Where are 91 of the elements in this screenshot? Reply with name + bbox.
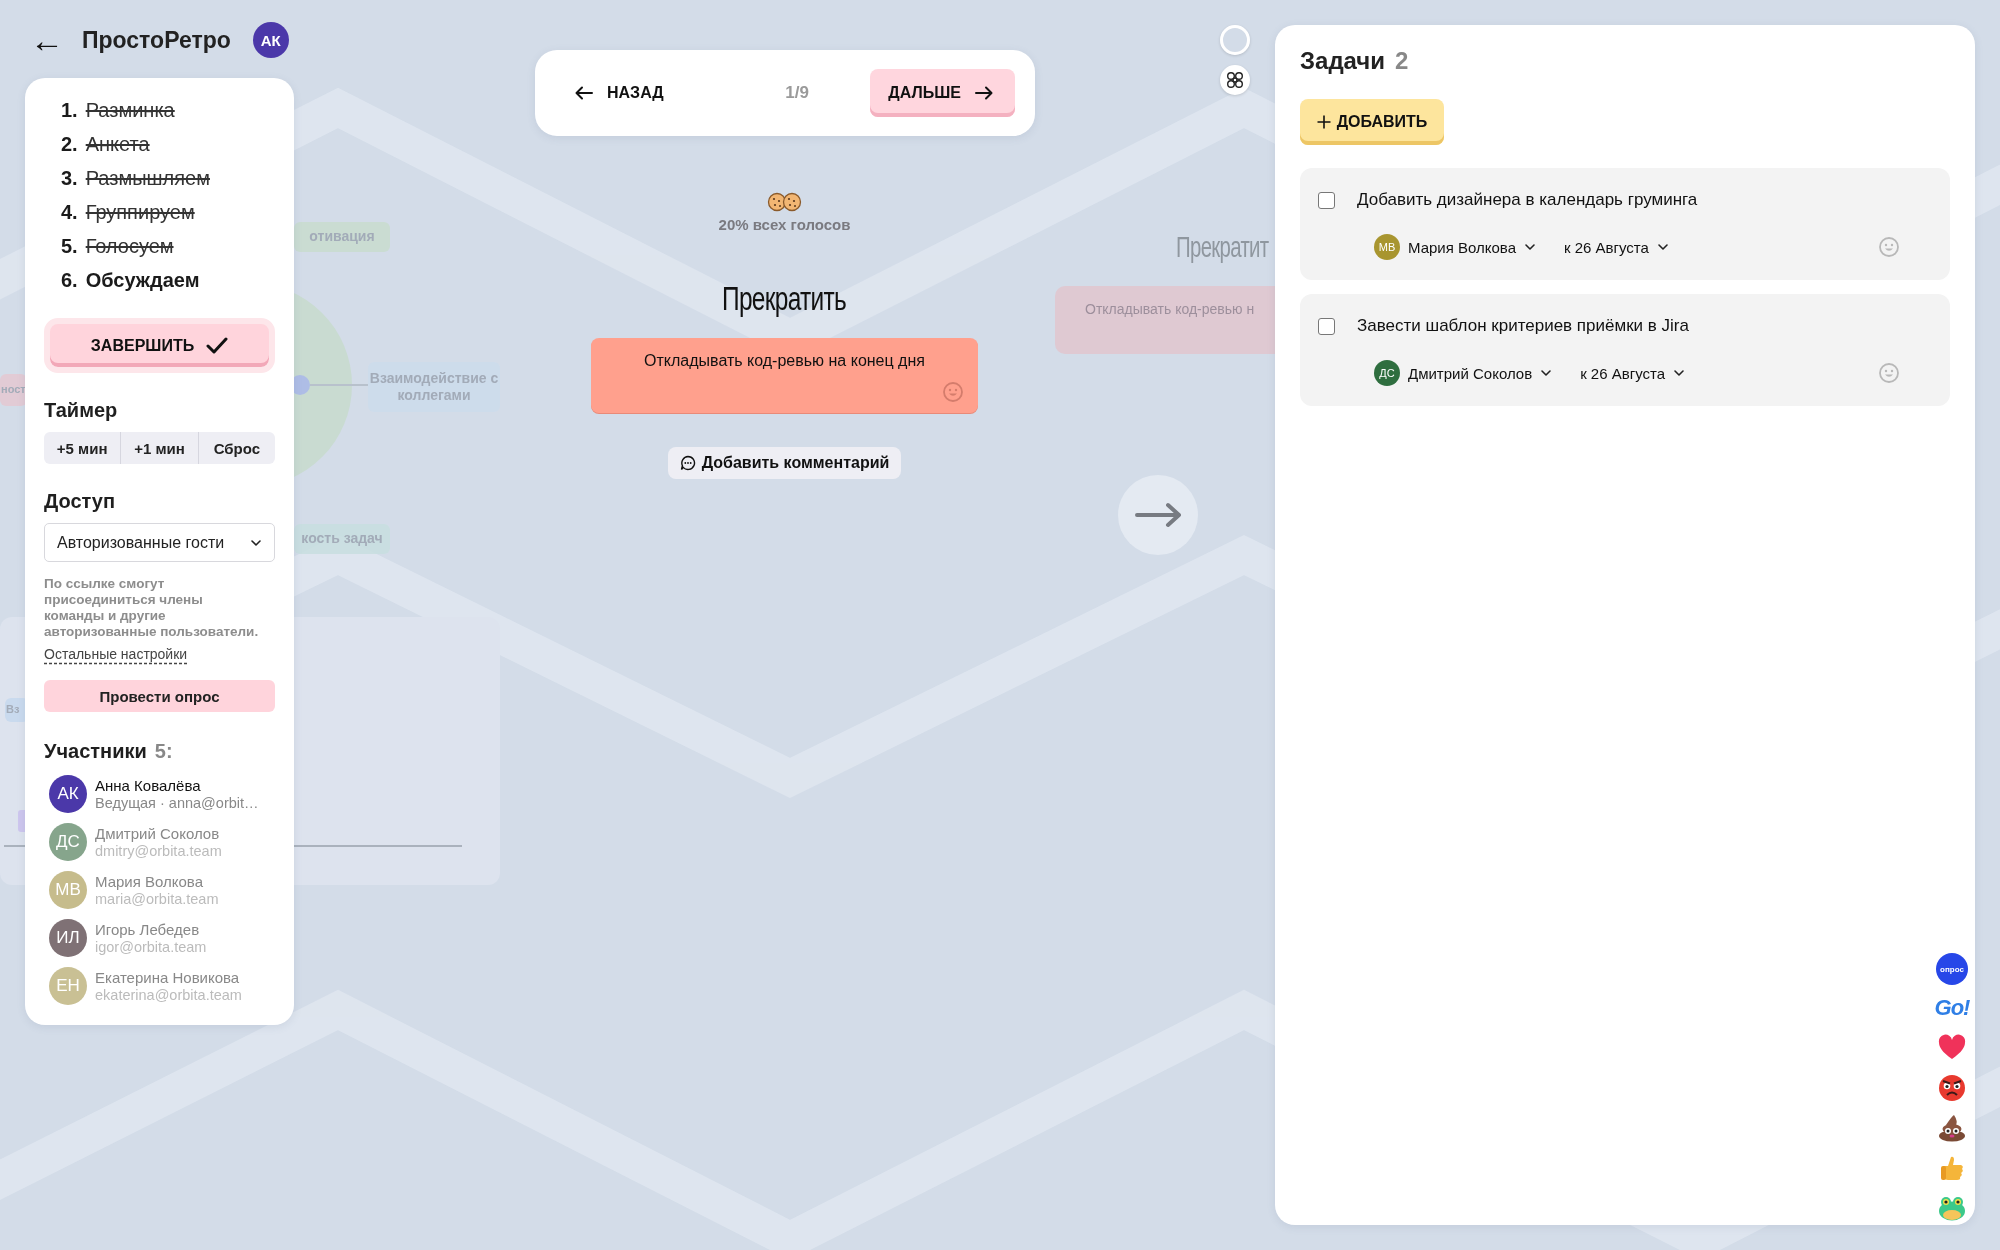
cookies-icon bbox=[767, 192, 802, 212]
panel-title: Задачи bbox=[1300, 47, 1386, 75]
stage-number: 2. bbox=[61, 132, 78, 156]
column-title: Прекратить bbox=[722, 279, 847, 318]
chevron-icon bbox=[1656, 241, 1669, 253]
task-count: 2 bbox=[1395, 47, 1409, 75]
participant-name: Екатерина Новикова bbox=[95, 969, 241, 986]
arrow-icon bbox=[1134, 502, 1182, 528]
task-checkbox[interactable] bbox=[1318, 191, 1335, 209]
participant-email: Ведущая · anna@orbit… bbox=[95, 795, 259, 811]
participant-avatar: АК bbox=[49, 775, 87, 813]
stage-number: 3. bbox=[61, 166, 78, 190]
canvas-label: ност bbox=[0, 374, 27, 406]
timer-button[interactable]: +1 мин bbox=[120, 432, 198, 464]
stage-label[interactable]: Голосуем bbox=[85, 234, 174, 258]
assignee-name: Дмитрий Соколов bbox=[1408, 364, 1533, 382]
task-checkbox[interactable] bbox=[1318, 317, 1335, 335]
back-button[interactable]: ← bbox=[30, 25, 64, 55]
timer-button[interactable]: +5 мин bbox=[44, 432, 121, 464]
stage-label[interactable]: Разминка bbox=[85, 98, 175, 122]
due-date: к 26 Августа bbox=[1580, 364, 1666, 382]
stage-label[interactable]: Группируем bbox=[85, 200, 195, 224]
section-title: Доступ bbox=[44, 489, 117, 513]
go-sticker[interactable]: Go! bbox=[1934, 991, 1970, 1025]
add-comment-button[interactable]: Добавить комментарий bbox=[667, 447, 902, 479]
retro-card[interactable]: Откладывать код-ревью на конец дня bbox=[591, 338, 978, 413]
toggle-button[interactable] bbox=[1220, 25, 1250, 55]
due-date: к 26 Августа bbox=[1564, 238, 1649, 256]
assignee-dropdown[interactable]: ДС Дмитрий Соколов bbox=[1374, 360, 1553, 386]
stage-number: 5. bbox=[61, 234, 78, 258]
back-button[interactable]: НАЗАД bbox=[575, 84, 664, 102]
participant-name: Дмитрий Соколов bbox=[95, 825, 221, 842]
participant-email: igor@orbita.team bbox=[95, 939, 207, 955]
due-date-dropdown[interactable]: к 26 Августа bbox=[1564, 238, 1669, 256]
column-title: Прекратит bbox=[1176, 230, 1269, 264]
access-dropdown[interactable]: Авторизованные гости bbox=[44, 522, 275, 563]
stage-number: 6. bbox=[61, 268, 78, 292]
stage-number: 4. bbox=[61, 200, 78, 224]
stage-label[interactable]: Анкета bbox=[85, 132, 150, 156]
arrow-icon bbox=[575, 86, 593, 100]
angry-face-icon bbox=[1938, 1074, 1966, 1102]
vote-share: 20% всех голосов bbox=[718, 216, 851, 233]
participant-name: Игорь Лебедев bbox=[95, 921, 201, 938]
poop-icon bbox=[1938, 1114, 1966, 1142]
finish-button[interactable]: ЗАВЕРШИТЬ bbox=[44, 318, 275, 374]
arrow-icon bbox=[975, 86, 993, 100]
frog-icon bbox=[1938, 1194, 1966, 1222]
chevron-icon bbox=[1673, 367, 1686, 379]
participant-avatar: МВ bbox=[49, 871, 87, 909]
participant-avatar: ДС bbox=[49, 823, 87, 861]
thumbs-up-icon bbox=[1938, 1154, 1966, 1182]
participant-email: maria@orbita.team bbox=[95, 891, 219, 907]
stage-label[interactable]: Обсуждаем bbox=[85, 268, 200, 292]
smiley-icon[interactable] bbox=[1878, 362, 1900, 384]
check-icon bbox=[206, 336, 229, 356]
participant-avatar: ЕН bbox=[49, 967, 87, 1005]
task-text: Завести шаблон критериев приёмки в Jira bbox=[1357, 316, 1689, 336]
plus-icon bbox=[1316, 115, 1331, 129]
participant-count: 5: bbox=[154, 740, 173, 763]
user-avatar[interactable]: АК bbox=[252, 22, 289, 58]
assignee-dropdown[interactable]: МВ Мария Волкова bbox=[1374, 234, 1536, 260]
add-task-button[interactable]: ДОБАВИТЬ bbox=[1300, 99, 1444, 145]
chevron-icon bbox=[1524, 241, 1536, 253]
theme-button[interactable] bbox=[1220, 65, 1250, 95]
comment-icon bbox=[679, 455, 696, 471]
chevron-icon bbox=[1540, 367, 1553, 379]
participant-name: Анна Ковалёва bbox=[95, 777, 202, 794]
settings-link[interactable]: Остальные настройки bbox=[44, 646, 188, 663]
due-date-dropdown[interactable]: к 26 Августа bbox=[1580, 364, 1686, 382]
stage-label[interactable]: Размышляем bbox=[85, 166, 210, 190]
app-title: ПростоРетро bbox=[82, 26, 231, 54]
heart-icon bbox=[1938, 1034, 1966, 1062]
flower-icon bbox=[1226, 71, 1244, 89]
hint-text: По ссылке смогут присоединиться члены команды и другие авторизованные пользователи. bbox=[44, 576, 259, 641]
section-title: Участники bbox=[44, 740, 147, 763]
participant-email: dmitry@orbita.team bbox=[95, 843, 222, 859]
assignee-avatar: ДС bbox=[1374, 360, 1400, 386]
stage-number: 1. bbox=[61, 98, 78, 122]
smiley-icon[interactable] bbox=[1878, 236, 1900, 258]
next-button[interactable]: ДАЛЬШЕ bbox=[870, 69, 1015, 117]
assignee-name: Мария Волкова bbox=[1408, 238, 1516, 256]
participant-name: Мария Волкова bbox=[95, 873, 204, 890]
page-counter: 1/9 bbox=[785, 83, 809, 103]
participant-email: ekaterina@orbita.team bbox=[95, 987, 242, 1003]
poll-button[interactable]: Провести опрос bbox=[44, 680, 275, 712]
section-title: Таймер bbox=[44, 399, 119, 423]
assignee-avatar: МВ bbox=[1374, 234, 1400, 260]
card-text: Откладывать код-ревью н bbox=[1085, 301, 1255, 317]
task-text: Добавить дизайнера в календарь груминга bbox=[1357, 190, 1698, 210]
timer-button[interactable]: Сброс bbox=[197, 432, 275, 464]
participant-avatar: ИЛ bbox=[49, 919, 87, 957]
